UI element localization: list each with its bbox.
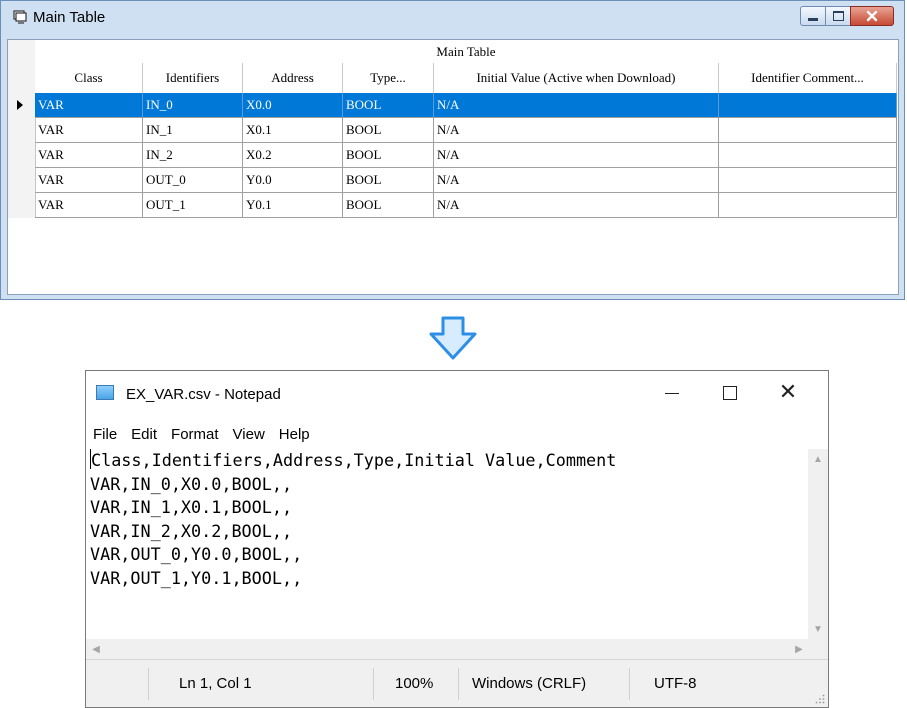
cell-initial-value[interactable]: N/A [434,193,719,218]
table-row[interactable]: VAR IN_2 X0.2 BOOL N/A [35,143,897,168]
menu-help[interactable]: Help [272,421,317,447]
notepad-minimize-button[interactable] [652,379,692,407]
cell-class[interactable]: VAR [35,143,143,168]
cell-class[interactable]: VAR [35,93,143,118]
main-table-window: Main Table Main Table Class Identifiers … [0,0,905,300]
down-arrow-icon [429,316,477,360]
table-row[interactable]: VAR OUT_0 Y0.0 BOOL N/A [35,168,897,193]
table-window-icon [13,10,27,24]
cell-class[interactable]: VAR [35,168,143,193]
text-line: VAR,IN_1,X0.1,BOOL,, [90,497,293,517]
scroll-right-icon[interactable]: ▶ [789,639,809,659]
text-line: VAR,OUT_1,Y0.1,BOOL,, [90,567,303,588]
minimize-icon [665,392,679,394]
main-table-titlebar[interactable]: Main Table [1,1,904,35]
menu-edit[interactable]: Edit [124,421,164,447]
column-header-row: Class Identifiers Address Type... Initia… [35,63,897,94]
table-row[interactable]: VAR OUT_1 Y0.1 BOOL N/A [35,193,897,218]
cell-comment[interactable] [719,93,897,118]
notepad-window: EX_VAR.csv - Notepad ✕ File Edit Format … [85,370,829,708]
cell-address[interactable]: X0.2 [243,143,343,168]
maximize-icon [723,386,737,400]
main-table-title: Main Table [33,9,106,26]
status-zoom: 100% [395,675,434,692]
scroll-left-icon[interactable]: ◀ [86,639,106,659]
cell-identifier[interactable]: IN_1 [143,118,243,143]
vertical-scrollbar[interactable]: ▲ ▼ [808,449,828,639]
table-row[interactable]: VAR IN_0 X0.0 BOOL N/A [35,93,897,118]
notepad-titlebar[interactable]: EX_VAR.csv - Notepad ✕ [86,371,828,415]
cell-identifier[interactable]: IN_0 [143,93,243,118]
scrollbar-corner [808,639,828,659]
notepad-menubar: File Edit Format View Help [86,421,317,447]
notepad-statusbar: Ln 1, Col 1 100% Windows (CRLF) UTF-8 [86,659,828,707]
scroll-up-icon[interactable]: ▲ [808,449,828,469]
notepad-title: EX_VAR.csv - Notepad [126,386,281,403]
cell-comment[interactable] [719,193,897,218]
minimize-button[interactable] [800,6,826,26]
text-line: VAR,IN_2,X0.2,BOOL,, [90,520,293,541]
column-header-comment[interactable]: Identifier Comment... [719,63,897,93]
cell-comment[interactable] [719,168,897,193]
close-icon: ✕ [778,380,798,405]
text-line: VAR,OUT_0,Y0.0,BOOL,, [90,544,303,564]
cell-address[interactable]: X0.0 [243,93,343,118]
menu-file[interactable]: File [86,421,124,447]
row-header-column [8,40,36,218]
horizontal-scrollbar[interactable]: ◀ ▶ [86,639,809,659]
row-indicator-icon [17,100,23,110]
cell-initial-value[interactable]: N/A [434,93,719,118]
cell-comment[interactable] [719,118,897,143]
cell-class[interactable]: VAR [35,118,143,143]
notepad-close-button[interactable]: ✕ [768,379,808,407]
cell-type[interactable]: BOOL [343,143,434,168]
text-line: Class,Identifiers,Address,Type,Initial V… [90,449,809,473]
status-line-ending: Windows (CRLF) [472,675,587,692]
column-header-class[interactable]: Class [35,63,143,93]
cell-address[interactable]: Y0.1 [243,193,343,218]
minimize-icon [808,17,818,21]
cell-initial-value[interactable]: N/A [434,118,719,143]
cell-initial-value[interactable]: N/A [434,143,719,168]
status-divider [373,668,374,700]
maximize-icon [832,11,844,21]
main-table-grid[interactable]: Main Table Class Identifiers Address Typ… [7,39,899,295]
notepad-maximize-button[interactable] [710,379,750,407]
close-button[interactable] [850,6,894,26]
grid-caption: Main Table [35,40,897,64]
status-encoding: UTF-8 [654,675,697,692]
maximize-button[interactable] [825,6,851,26]
resize-grip-icon[interactable] [815,694,825,704]
cell-address[interactable]: Y0.0 [243,168,343,193]
cell-address[interactable]: X0.1 [243,118,343,143]
status-position: Ln 1, Col 1 [179,675,252,692]
cell-identifier[interactable]: OUT_0 [143,168,243,193]
cell-type[interactable]: BOOL [343,118,434,143]
close-icon [866,10,878,22]
column-header-address[interactable]: Address [243,63,343,93]
cell-identifier[interactable]: OUT_1 [143,193,243,218]
status-divider [148,668,149,700]
notepad-text-area[interactable]: Class,Identifiers,Address,Type,Initial V… [86,449,809,639]
notepad-icon [96,385,114,400]
cell-comment[interactable] [719,143,897,168]
cell-type[interactable]: BOOL [343,193,434,218]
cell-type[interactable]: BOOL [343,93,434,118]
text-line: VAR,IN_0,X0.0,BOOL,, [90,473,293,494]
column-header-initial-value[interactable]: Initial Value (Active when Download) [434,63,719,93]
cell-initial-value[interactable]: N/A [434,168,719,193]
column-header-identifiers[interactable]: Identifiers [143,63,243,93]
cell-identifier[interactable]: IN_2 [143,143,243,168]
cell-class[interactable]: VAR [35,193,143,218]
status-divider [629,668,630,700]
column-header-type[interactable]: Type... [343,63,434,93]
cell-type[interactable]: BOOL [343,168,434,193]
menu-format[interactable]: Format [164,421,226,447]
text-line-content: Class,Identifiers,Address,Type,Initial V… [91,450,617,470]
scroll-down-icon[interactable]: ▼ [808,619,828,639]
status-divider [458,668,459,700]
table-row[interactable]: VAR IN_1 X0.1 BOOL N/A [35,118,897,143]
menu-view[interactable]: View [226,421,272,447]
